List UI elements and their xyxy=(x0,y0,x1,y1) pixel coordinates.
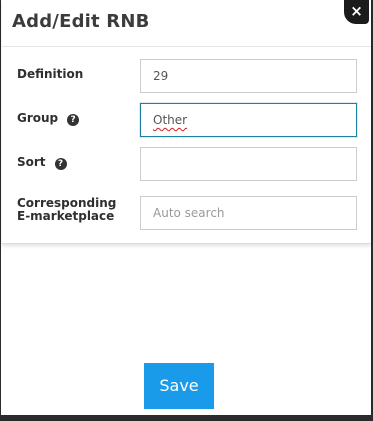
definition-label: Definition xyxy=(17,67,84,81)
marketplace-label: Corresponding E-marketplace xyxy=(17,197,116,223)
group-label-wrap: Group? xyxy=(17,111,80,126)
sort-input[interactable] xyxy=(140,147,357,181)
group-input[interactable]: Other xyxy=(140,103,357,137)
sort-label: Sort xyxy=(17,155,46,169)
window-frame: Add/Edit RNB Definition 29 Group? Other … xyxy=(0,0,373,421)
sort-label-wrap: Sort? xyxy=(17,156,67,170)
marketplace-label-line2: E-marketplace xyxy=(17,209,115,223)
question-circle-icon[interactable]: ? xyxy=(54,158,67,170)
marketplace-placeholder: Auto search xyxy=(153,206,225,220)
question-circle-icon[interactable]: ? xyxy=(67,114,80,126)
group-label: Group xyxy=(17,111,59,125)
marketplace-autosearch-input[interactable]: Auto search xyxy=(140,196,357,230)
group-value: Other xyxy=(153,113,188,127)
dialog-header: Add/Edit RNB xyxy=(2,0,371,47)
definition-value: 29 xyxy=(153,69,169,83)
edit-dialog: Add/Edit RNB Definition 29 Group? Other … xyxy=(2,0,371,244)
dialog-title: Add/Edit RNB xyxy=(12,11,150,32)
save-button[interactable]: Save xyxy=(144,363,214,409)
close-icon: × xyxy=(350,2,363,20)
definition-input[interactable]: 29 xyxy=(140,59,357,93)
close-button[interactable]: × xyxy=(344,0,369,24)
